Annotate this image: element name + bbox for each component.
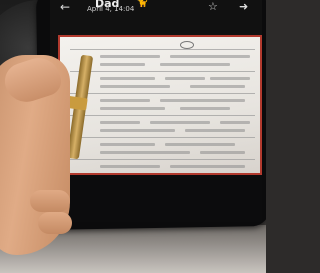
doc-rule [70,71,255,72]
doc-text-line [100,165,160,168]
contact-emoji: 🐈 [136,0,149,8]
doc-text-line [200,151,245,154]
doc-text-line [100,129,175,132]
doc-text-line [100,85,170,88]
document-seal [180,41,194,49]
doc-text-line [190,85,245,88]
message-header: ← Dad 🐈 April 4, 14:04 ☆ ➜ [50,0,262,32]
doc-text-line [150,121,210,124]
doc-text-line [100,151,190,154]
photo-scene: ← Dad 🐈 April 4, 14:04 ☆ ➜ [0,0,266,273]
doc-text-line [170,165,245,168]
doc-text-line [100,55,160,58]
finger [38,212,72,234]
doc-rule [70,159,255,160]
message-timestamp: April 4, 14:04 [87,5,135,13]
doc-text-line [170,55,250,58]
document-photo[interactable] [58,35,262,175]
finger [30,190,70,212]
doc-text-line [160,99,245,102]
doc-rule [70,137,255,138]
star-icon[interactable]: ☆ [208,0,218,13]
doc-text-line [100,107,165,110]
phone-screen-bottom [50,175,262,222]
doc-text-line [185,129,245,132]
doc-text-line [160,63,230,66]
share-icon[interactable]: ➜ [239,0,248,13]
back-arrow-icon[interactable]: ← [60,0,70,14]
doc-rule [70,49,255,50]
doc-text-line [220,121,250,124]
doc-text-line [100,99,150,102]
doc-text-line [210,77,250,80]
doc-text-line [100,143,155,146]
doc-text-line [165,143,235,146]
doc-text-line [165,77,205,80]
doc-text-line [100,77,155,80]
doc-text-line [180,107,230,110]
doc-text-line [100,121,140,124]
phone-screen: ← Dad 🐈 April 4, 14:04 ☆ ➜ [50,0,262,222]
doc-rule [70,115,255,116]
doc-text-line [100,63,145,66]
doc-rule [70,93,255,94]
